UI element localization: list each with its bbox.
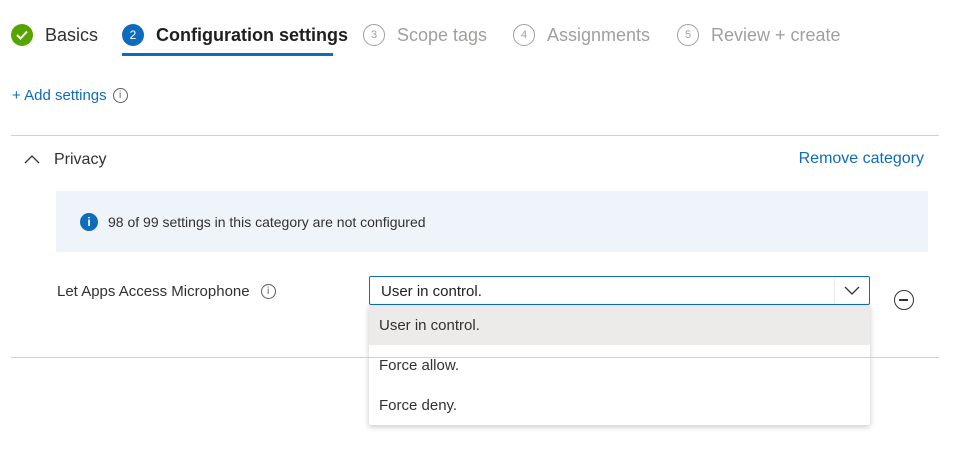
info-icon[interactable]: i: [112, 88, 128, 103]
dropdown-option[interactable]: Force deny.: [369, 385, 870, 425]
step-number: 5: [677, 24, 699, 46]
step-label: Review + create: [711, 24, 841, 45]
minus-bar: [899, 299, 908, 301]
active-step-underline: [122, 53, 333, 56]
divider: [11, 357, 939, 358]
dropdown-listbox: User in control. Force allow. Force deny…: [369, 305, 870, 425]
chevron-up-icon[interactable]: [24, 151, 40, 169]
info-icon[interactable]: i: [260, 284, 276, 299]
step-review-create[interactable]: 5 Review + create: [677, 20, 841, 50]
step-number: 3: [363, 24, 385, 46]
setting-value-dropdown[interactable]: User in control.: [369, 276, 870, 305]
category-header[interactable]: Privacy: [24, 146, 106, 174]
chevron-down-icon[interactable]: [834, 277, 869, 304]
add-settings-label: + Add settings: [12, 87, 107, 104]
banner-text: 98 of 99 settings in this category are n…: [108, 213, 426, 230]
step-number: 4: [513, 24, 535, 46]
step-assignments[interactable]: 4 Assignments: [513, 20, 650, 50]
divider: [11, 135, 939, 136]
add-settings-link[interactable]: + Add settings i: [12, 87, 128, 104]
dropdown-option[interactable]: User in control.: [369, 305, 870, 345]
setting-row-label: Let Apps Access Microphone i: [57, 283, 276, 300]
dropdown-selected-value: User in control.: [381, 283, 482, 300]
step-scope-tags[interactable]: 3 Scope tags: [363, 20, 487, 50]
step-basics[interactable]: Basics: [11, 20, 98, 50]
checkmark-icon: [11, 24, 33, 46]
dropdown-option[interactable]: Force allow.: [369, 345, 870, 385]
step-number: 2: [122, 24, 144, 46]
step-configuration-settings[interactable]: 2 Configuration settings: [122, 20, 348, 50]
remove-category-link[interactable]: Remove category: [799, 150, 924, 168]
category-title: Privacy: [54, 151, 107, 168]
step-label: Assignments: [547, 24, 651, 45]
remove-circle-icon[interactable]: [894, 290, 914, 310]
info-icon: i: [80, 212, 98, 231]
setting-label: Let Apps Access Microphone: [57, 283, 250, 300]
step-label: Configuration settings: [156, 24, 348, 45]
info-banner: i 98 of 99 settings in this category are…: [56, 191, 928, 252]
step-label: Basics: [45, 24, 99, 45]
wizard-steps: Basics 2 Configuration settings 3 Scope …: [0, 0, 980, 70]
step-label: Scope tags: [397, 24, 488, 45]
